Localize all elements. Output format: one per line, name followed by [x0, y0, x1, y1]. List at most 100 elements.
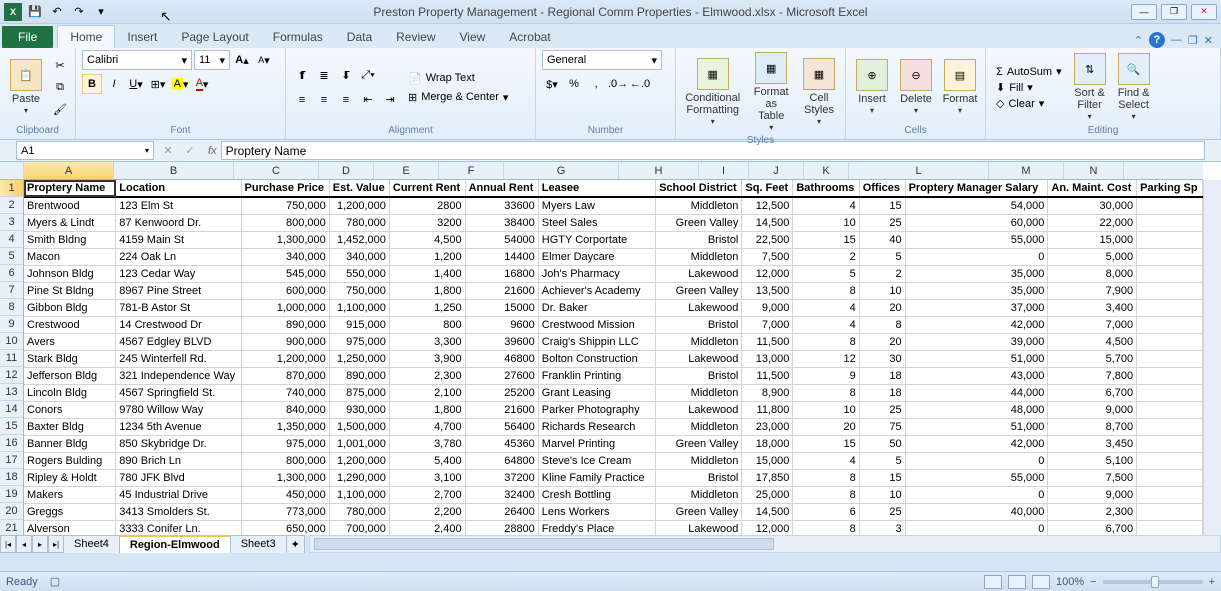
row-header[interactable]: 12	[0, 367, 23, 384]
italic-button[interactable]: I	[104, 74, 124, 94]
cut-button[interactable]: ✂	[50, 56, 70, 76]
redo-icon[interactable]: ↷	[70, 3, 88, 21]
page-break-view-button[interactable]	[1032, 575, 1050, 589]
column-headers[interactable]: ABCDEFGHIJKLMN	[24, 162, 1203, 180]
zoom-out-button[interactable]: −	[1090, 576, 1096, 588]
autosum-button[interactable]: Σ AutoSum ▾	[992, 64, 1066, 79]
restore-button[interactable]: ❐	[1161, 4, 1187, 20]
row-header[interactable]: 15	[0, 418, 23, 435]
first-sheet-button[interactable]: |◂	[0, 535, 16, 553]
format-as-table-button[interactable]: ▦Format as Table▾	[747, 50, 795, 135]
font-color-button[interactable]: A▾	[192, 74, 212, 94]
select-all-corner[interactable]	[0, 162, 24, 180]
formulas-tab[interactable]: Formulas	[261, 26, 335, 48]
bold-button[interactable]: B	[82, 74, 102, 94]
zoom-percent[interactable]: 100%	[1056, 576, 1084, 588]
increase-indent-button[interactable]: ⇥	[380, 90, 400, 110]
sort-filter-button[interactable]: ⇅Sort & Filter▾	[1070, 51, 1110, 124]
conditional-formatting-button[interactable]: ▦Conditional Formatting▾	[682, 56, 743, 129]
align-top-button[interactable]: ⬆̄	[292, 66, 312, 86]
shrink-font-button[interactable]: A▾	[254, 50, 274, 70]
align-left-button[interactable]: ≡	[292, 90, 312, 110]
comma-button[interactable]: ,	[586, 74, 606, 94]
column-header[interactable]: H	[619, 162, 699, 179]
row-header[interactable]: 4	[0, 231, 23, 248]
copy-button[interactable]: ⧉	[50, 78, 70, 98]
insert-tab[interactable]: Insert	[115, 26, 169, 48]
align-middle-button[interactable]: ≣	[314, 66, 334, 86]
number-format-selector[interactable]: General▾	[542, 50, 662, 70]
column-header[interactable]: J	[749, 162, 804, 179]
page-layout-view-button[interactable]	[1008, 575, 1026, 589]
column-header[interactable]: L	[849, 162, 989, 179]
window-min-icon[interactable]: —	[1171, 34, 1182, 46]
home-tab[interactable]: Home	[57, 25, 115, 48]
row-header[interactable]: 11	[0, 350, 23, 367]
row-header[interactable]: 7	[0, 282, 23, 299]
row-header[interactable]: 14	[0, 401, 23, 418]
clear-button[interactable]: ◇ Clear ▾	[992, 96, 1066, 111]
column-header[interactable]: M	[989, 162, 1064, 179]
minimize-button[interactable]: —	[1131, 4, 1157, 20]
column-header[interactable]: G	[504, 162, 619, 179]
last-sheet-button[interactable]: ▸|	[48, 535, 64, 553]
view-tab[interactable]: View	[448, 26, 498, 48]
help-icon[interactable]: ?	[1149, 32, 1165, 48]
underline-button[interactable]: U▾	[126, 74, 146, 94]
column-header[interactable]: N	[1064, 162, 1124, 179]
row-headers[interactable]: 12345678910111213141516171819202122	[0, 180, 24, 535]
cancel-formula-icon[interactable]: ✕	[158, 141, 178, 161]
row-header[interactable]: 1	[0, 180, 23, 197]
decrease-decimal-button[interactable]: ←.0	[630, 74, 650, 94]
merge-center-button[interactable]: ⊞ Merge & Center ▾	[404, 90, 512, 105]
prev-sheet-button[interactable]: ◂	[16, 535, 32, 553]
align-bottom-button[interactable]: ⬇̄	[336, 66, 356, 86]
window-close-icon[interactable]: ✕	[1204, 34, 1213, 47]
excel-icon[interactable]: X	[4, 3, 22, 21]
row-header[interactable]: 17	[0, 452, 23, 469]
qat-more-icon[interactable]: ▾	[92, 3, 110, 21]
fill-button[interactable]: ⬇ Fill ▾	[992, 80, 1066, 95]
row-header[interactable]: 19	[0, 486, 23, 503]
close-button[interactable]: ✕	[1191, 4, 1217, 20]
grow-font-button[interactable]: A▴	[232, 50, 252, 70]
decrease-indent-button[interactable]: ⇤	[358, 90, 378, 110]
orientation-button[interactable]: ⤢▾	[358, 66, 378, 86]
vertical-scrollbar[interactable]	[1203, 180, 1221, 535]
column-header[interactable]: I	[699, 162, 749, 179]
window-restore-icon[interactable]: ❐	[1188, 34, 1198, 47]
column-header[interactable]: B	[114, 162, 234, 179]
enter-formula-icon[interactable]: ✓	[180, 141, 200, 161]
insert-cells-button[interactable]: ⊕Insert▾	[852, 57, 892, 118]
format-cells-button[interactable]: ▤Format▾	[940, 57, 980, 118]
grid[interactable]: Proptery NameLocationPurchase PriceEst. …	[24, 180, 1203, 535]
row-header[interactable]: 2	[0, 197, 23, 214]
acrobat-tab[interactable]: Acrobat	[497, 26, 562, 48]
zoom-in-button[interactable]: +	[1209, 576, 1215, 588]
increase-decimal-button[interactable]: .0→	[608, 74, 628, 94]
horizontal-scrollbar[interactable]	[309, 535, 1221, 553]
zoom-slider[interactable]	[1103, 580, 1203, 584]
border-button[interactable]: ⊞▾	[148, 74, 168, 94]
row-header[interactable]: 16	[0, 435, 23, 452]
row-header[interactable]: 10	[0, 333, 23, 350]
column-header[interactable]: E	[374, 162, 439, 179]
find-select-button[interactable]: 🔍Find & Select▾	[1114, 51, 1154, 124]
column-header[interactable]: K	[804, 162, 849, 179]
row-header[interactable]: 6	[0, 265, 23, 282]
row-header[interactable]: 18	[0, 469, 23, 486]
font-name-selector[interactable]: Calibri▾	[82, 50, 192, 70]
column-header[interactable]: F	[439, 162, 504, 179]
percent-button[interactable]: %	[564, 74, 584, 94]
next-sheet-button[interactable]: ▸	[32, 535, 48, 553]
new-sheet-button[interactable]: ✦	[286, 535, 305, 553]
save-icon[interactable]: 💾	[26, 3, 44, 21]
row-header[interactable]: 20	[0, 503, 23, 520]
align-right-button[interactable]: ≡	[336, 90, 356, 110]
row-header[interactable]: 13	[0, 384, 23, 401]
data-tab[interactable]: Data	[335, 26, 384, 48]
macro-record-icon[interactable]: ▢	[50, 575, 60, 588]
paste-button[interactable]: 📋 Paste ▾	[6, 57, 46, 118]
fill-color-button[interactable]: A▾	[170, 74, 190, 94]
delete-cells-button[interactable]: ⊖Delete▾	[896, 57, 936, 118]
